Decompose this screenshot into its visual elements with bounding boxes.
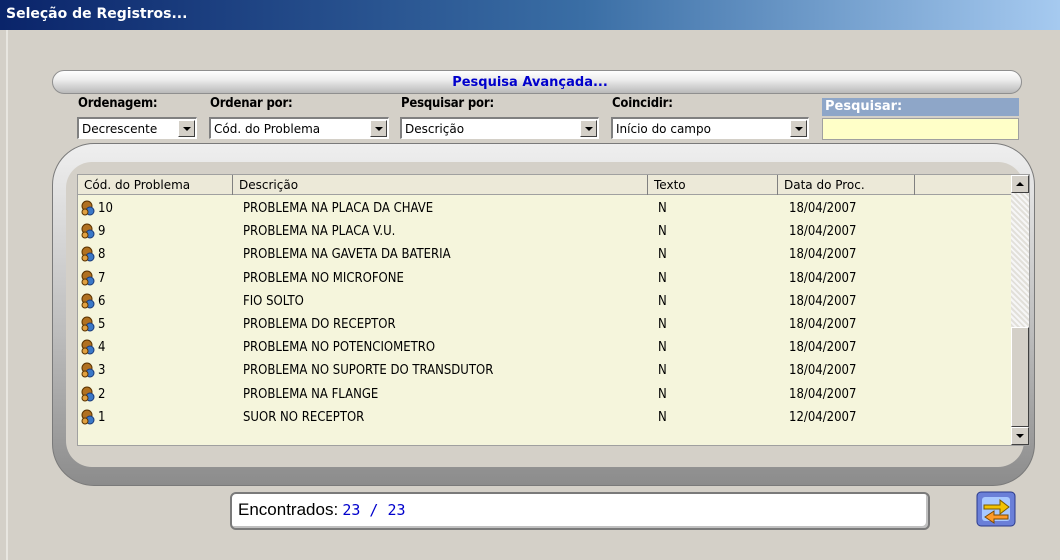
table-row[interactable]: 7 PROBLEMA NO MICROFONE N 18/04/2007: [78, 267, 1013, 290]
table-row[interactable]: 8 PROBLEMA NA GAVETA DA BATERIA N 18/04/200…: [78, 243, 1013, 266]
cell-date: 18/04/2007: [789, 386, 857, 402]
match-label: Coincidir:: [612, 96, 673, 111]
cell-description: PROBLEMA NA PLACA V.U.: [243, 224, 396, 240]
refresh-arrows-icon: [976, 491, 1016, 527]
search-by-label: Pesquisar por:: [401, 96, 494, 111]
results-grid[interactable]: Cód. do Problema Descrição Texto Data do…: [77, 174, 1030, 446]
sort-order-value: Decrescente: [82, 122, 158, 136]
table-row[interactable]: 5 PROBLEMA DO RECEPTOR N 18/04/2007: [78, 313, 1013, 336]
cell-code: 10: [98, 201, 113, 216]
cell-date: 18/04/2007: [789, 316, 857, 332]
refresh-button[interactable]: [974, 487, 1020, 533]
found-label: Encontrados:: [238, 500, 339, 519]
cell-text: N: [658, 293, 667, 309]
record-icon: [81, 339, 95, 355]
sort-order-label: Ordenagem:: [78, 96, 158, 111]
match-value: Início do campo: [616, 122, 711, 136]
chevron-down-icon[interactable]: [580, 120, 597, 137]
table-row[interactable]: 10 PROBLEMA NA PLACA DA CHAVE N 18/04/2007: [78, 197, 1013, 220]
scroll-up-icon[interactable]: [1011, 175, 1029, 193]
table-row[interactable]: 9 PROBLEMA NA PLACA V.U. N 18/04/2007: [78, 220, 1013, 243]
sort-by-select[interactable]: Cód. do Problema: [209, 117, 389, 139]
cell-code: 5: [98, 316, 106, 332]
record-icon: [81, 362, 95, 378]
cell-text: N: [658, 316, 667, 332]
window-title: Seleção de Registros...: [6, 6, 188, 22]
column-header-description[interactable]: Descrição: [233, 175, 648, 195]
cell-code: 8: [98, 247, 106, 263]
cell-description: PROBLEMA NA GAVETA DA BATERIA: [243, 247, 451, 263]
grid-rows: 10 PROBLEMA NA PLACA DA CHAVE N 18/04/2007 9…: [78, 197, 1013, 429]
cell-text: N: [658, 247, 667, 263]
sort-by-value: Cód. do Problema: [214, 122, 321, 136]
search-by-value: Descrição: [405, 122, 465, 136]
vertical-scrollbar[interactable]: [1011, 175, 1029, 445]
cell-date: 18/04/2007: [789, 247, 857, 263]
sort-by-label: Ordenar por:: [210, 96, 293, 111]
column-header-date[interactable]: Data do Proc.: [778, 175, 915, 195]
cell-description: PROBLEMA NO POTENCIOMETRO: [243, 340, 436, 356]
found-count-box: Encontrados: 23 / 23: [230, 492, 930, 530]
cell-text: N: [658, 340, 667, 356]
cell-code: 9: [98, 224, 106, 240]
cell-code: 2: [98, 386, 106, 402]
cell-text: N: [658, 270, 667, 286]
table-row[interactable]: 6 FIO SOLTO N 18/04/2007: [78, 290, 1013, 313]
query-label: Pesquisar:: [822, 98, 1019, 116]
found-count: 23 / 23: [342, 501, 406, 519]
record-icon: [81, 246, 95, 262]
table-row[interactable]: 2 PROBLEMA NA FLANGE N 18/04/2007: [78, 383, 1013, 406]
record-icon: [81, 270, 95, 286]
cell-date: 18/04/2007: [789, 363, 857, 379]
record-icon: [81, 200, 95, 216]
match-select[interactable]: Início do campo: [611, 117, 809, 139]
cell-code: 1: [98, 409, 106, 425]
cell-description: PROBLEMA NO MICROFONE: [243, 270, 404, 286]
grid-header: Cód. do Problema Descrição Texto Data do…: [78, 175, 1013, 195]
chevron-down-icon[interactable]: [790, 120, 807, 137]
column-header-text[interactable]: Texto: [648, 175, 778, 195]
advanced-search-title: Pesquisa Avançada...: [452, 75, 608, 90]
cell-code: 7: [98, 270, 106, 286]
table-row[interactable]: 1 SUOR NO RECEPTOR N 12/04/2007: [78, 406, 1013, 429]
cell-date: 18/04/2007: [789, 270, 857, 286]
cell-code: 6: [98, 293, 106, 309]
sort-order-select[interactable]: Decrescente: [77, 117, 197, 139]
cell-description: PROBLEMA NA PLACA DA CHAVE: [243, 201, 434, 216]
cell-date: 18/04/2007: [789, 293, 857, 309]
chevron-down-icon[interactable]: [178, 120, 195, 137]
cell-text: N: [658, 363, 667, 379]
query-input[interactable]: [822, 118, 1019, 140]
column-header-code[interactable]: Cód. do Problema: [78, 175, 233, 195]
table-row[interactable]: 4 PROBLEMA NO POTENCIOMETRO N 18/04/2007: [78, 336, 1013, 359]
search-by-select[interactable]: Descrição: [400, 117, 599, 139]
cell-text: N: [658, 409, 667, 425]
record-icon: [81, 223, 95, 239]
table-row[interactable]: 3 PROBLEMA NO SUPORTE DO TRANSDUTOR N 18/04…: [78, 359, 1013, 382]
chevron-down-icon[interactable]: [370, 120, 387, 137]
cell-code: 3: [98, 363, 106, 379]
cell-date: 18/04/2007: [789, 224, 857, 240]
cell-text: N: [658, 386, 667, 402]
cell-date: 12/04/2007: [789, 409, 857, 425]
window-titlebar: Seleção de Registros...: [0, 0, 1060, 30]
record-icon: [81, 386, 95, 401]
scroll-down-icon[interactable]: [1011, 427, 1029, 445]
record-icon: [81, 409, 95, 425]
record-icon: [81, 293, 95, 309]
cell-description: SUOR NO RECEPTOR: [243, 409, 365, 425]
cell-description: PROBLEMA NA FLANGE: [243, 386, 379, 402]
scroll-thumb[interactable]: [1011, 327, 1029, 427]
cell-description: PROBLEMA DO RECEPTOR: [243, 316, 396, 332]
cell-description: FIO SOLTO: [243, 293, 304, 309]
cell-date: 18/04/2007: [789, 340, 857, 356]
cell-text: N: [658, 201, 667, 216]
record-icon: [81, 316, 95, 332]
cell-code: 4: [98, 340, 106, 356]
cell-text: N: [658, 224, 667, 240]
cell-date: 18/04/2007: [789, 201, 857, 216]
cell-description: PROBLEMA NO SUPORTE DO TRANSDUTOR: [243, 363, 494, 379]
